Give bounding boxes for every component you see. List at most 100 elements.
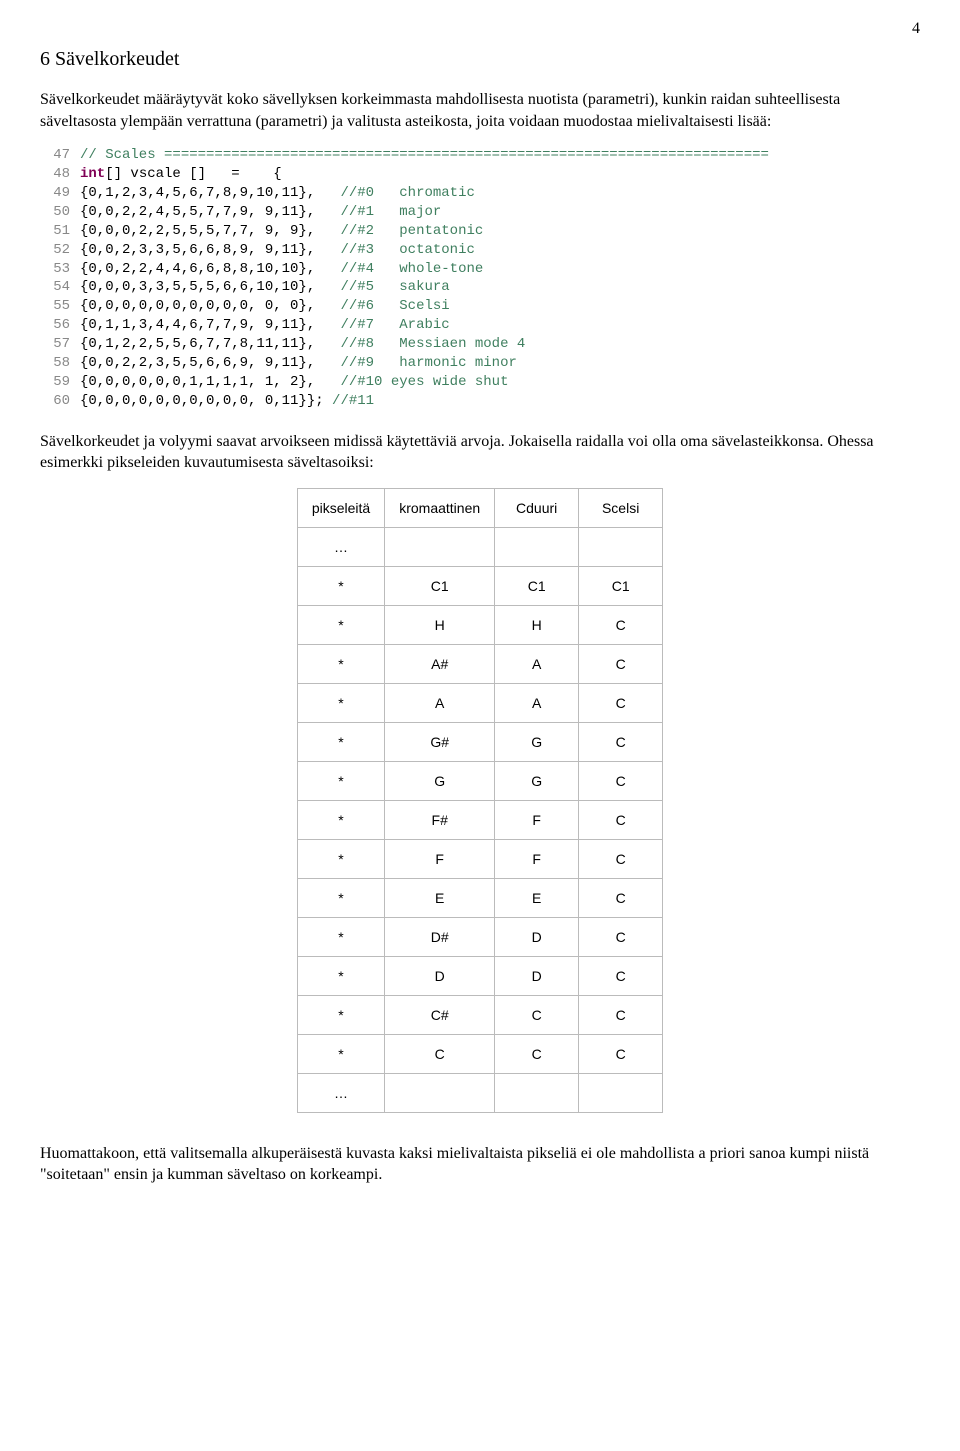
table-cell: D (495, 917, 579, 956)
code-content: {0,0,0,3,3,5,5,5,6,6,10,10}, //#5 sakura (80, 278, 450, 297)
table-row: *GGC (297, 761, 662, 800)
table-cell: E (495, 878, 579, 917)
line-number: 54 (40, 278, 80, 297)
table-cell: C (579, 839, 663, 878)
code-line: 58{0,0,2,2,3,5,5,6,6,9, 9,11}, //#9 harm… (40, 354, 920, 373)
table-row: *CCC (297, 1034, 662, 1073)
table-cell: * (297, 722, 384, 761)
table-row: *EEC (297, 878, 662, 917)
table-row: *A#AC (297, 644, 662, 683)
table-cell: A (495, 683, 579, 722)
table-cell: D (385, 956, 495, 995)
table-cell: C (385, 1034, 495, 1073)
table-cell: C (579, 644, 663, 683)
line-number: 59 (40, 373, 80, 392)
code-content: {0,0,0,0,0,0,0,0,0,0, 0, 0}, //#6 Scelsi (80, 297, 450, 316)
table-row: *C#CC (297, 995, 662, 1034)
table-cell: * (297, 566, 384, 605)
table-cell: … (297, 527, 384, 566)
table-cell: * (297, 956, 384, 995)
table-cell: A (495, 644, 579, 683)
table-cell (579, 527, 663, 566)
line-number: 51 (40, 222, 80, 241)
table-cell: C (579, 605, 663, 644)
table-cell: * (297, 1034, 384, 1073)
code-content: int[] vscale [] = { (80, 165, 282, 184)
code-line: 57{0,1,2,2,5,5,6,7,7,8,11,11}, //#8 Mess… (40, 335, 920, 354)
line-number: 56 (40, 316, 80, 335)
table-cell: * (297, 995, 384, 1034)
table-cell: D (495, 956, 579, 995)
code-content: // Scales ==============================… (80, 146, 769, 165)
paragraph-3: Huomattakoon, että valitsemalla alkuperä… (40, 1143, 920, 1186)
code-line: 52{0,0,2,3,3,5,6,6,8,9, 9,11}, //#3 octa… (40, 241, 920, 260)
table-cell: C (579, 995, 663, 1034)
table-header-cell: kromaattinen (385, 488, 495, 527)
table-cell: * (297, 878, 384, 917)
line-number: 58 (40, 354, 80, 373)
code-line: 59{0,0,0,0,0,0,1,1,1,1, 1, 2}, //#10 eye… (40, 373, 920, 392)
table-cell (495, 1073, 579, 1112)
table-cell: F# (385, 800, 495, 839)
table-cell: G (495, 761, 579, 800)
code-content: {0,0,2,2,4,5,5,7,7,9, 9,11}, //#1 major (80, 203, 441, 222)
table-cell: C (495, 1034, 579, 1073)
table-cell: C (579, 878, 663, 917)
table-cell: * (297, 683, 384, 722)
paragraph-1: Sävelkorkeudet määräytyvät koko sävellyk… (40, 89, 920, 132)
table-cell: C1 (579, 566, 663, 605)
code-line: 53{0,0,2,2,4,4,6,6,8,8,10,10}, //#4 whol… (40, 260, 920, 279)
code-content: {0,0,0,0,0,0,1,1,1,1, 1, 2}, //#10 eyes … (80, 373, 508, 392)
table-cell: C# (385, 995, 495, 1034)
table-cell: G (385, 761, 495, 800)
code-content: {0,0,2,2,3,5,5,6,6,9, 9,11}, //#9 harmon… (80, 354, 517, 373)
code-content: {0,0,0,0,0,0,0,0,0,0, 0,11}}; //#11 (80, 392, 374, 411)
paragraph-2: Sävelkorkeudet ja volyymi saavat arvoiks… (40, 431, 920, 474)
line-number: 49 (40, 184, 80, 203)
code-content: {0,0,2,3,3,5,6,6,8,9, 9,11}, //#3 octato… (80, 241, 475, 260)
table-row: … (297, 1073, 662, 1112)
table-cell: * (297, 605, 384, 644)
table-cell (579, 1073, 663, 1112)
table-cell: C (495, 995, 579, 1034)
table-row: *D#DC (297, 917, 662, 956)
table-cell: * (297, 644, 384, 683)
code-line: 51{0,0,0,2,2,5,5,5,7,7, 9, 9}, //#2 pent… (40, 222, 920, 241)
table-header-cell: pikseleitä (297, 488, 384, 527)
code-line: 49{0,1,2,3,4,5,6,7,8,9,10,11}, //#0 chro… (40, 184, 920, 203)
table-row: *DDC (297, 956, 662, 995)
table-cell (385, 1073, 495, 1112)
table-cell: C (579, 761, 663, 800)
section-heading: 6 Sävelkorkeudet (40, 48, 920, 71)
table-cell: A# (385, 644, 495, 683)
table-cell: A (385, 683, 495, 722)
line-number: 53 (40, 260, 80, 279)
table-cell: F (495, 839, 579, 878)
table-cell: * (297, 839, 384, 878)
table-row: *C1C1C1 (297, 566, 662, 605)
table-cell: C (579, 800, 663, 839)
table-row: *G#GC (297, 722, 662, 761)
table-cell: C1 (385, 566, 495, 605)
code-content: {0,0,2,2,4,4,6,6,8,8,10,10}, //#4 whole-… (80, 260, 483, 279)
table-cell (495, 527, 579, 566)
table-row: *HHC (297, 605, 662, 644)
table-row: … (297, 527, 662, 566)
table-cell: C (579, 1034, 663, 1073)
code-line: 60{0,0,0,0,0,0,0,0,0,0, 0,11}}; //#11 (40, 392, 920, 411)
table-header-cell: Cduuri (495, 488, 579, 527)
table-cell: C1 (495, 566, 579, 605)
table-cell: G# (385, 722, 495, 761)
pixel-mapping-table: pikseleitäkromaattinenCduuriScelsi …*C1C… (297, 488, 663, 1113)
table-row: *F#FC (297, 800, 662, 839)
table-cell: D# (385, 917, 495, 956)
table-cell: F (385, 839, 495, 878)
line-number: 50 (40, 203, 80, 222)
page-number: 4 (40, 20, 920, 38)
line-number: 47 (40, 146, 80, 165)
table-cell (385, 527, 495, 566)
table-cell: * (297, 800, 384, 839)
code-line: 47// Scales ============================… (40, 146, 920, 165)
table-cell: C (579, 917, 663, 956)
code-block-scales: 47// Scales ============================… (40, 146, 920, 410)
